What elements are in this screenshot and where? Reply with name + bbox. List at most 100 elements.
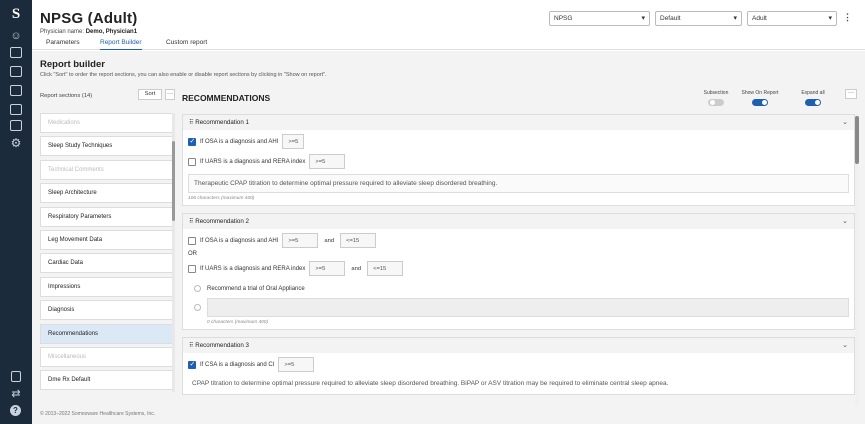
uars-condition-label: If UARS is a diagnosis and RERA index — [200, 158, 306, 165]
chevron-down-icon[interactable]: ⌄ — [842, 217, 848, 225]
section-item[interactable]: Medications — [40, 113, 173, 133]
uars-condition-label: If UARS is a diagnosis and RERA index — [200, 265, 306, 272]
rera-threshold-input[interactable]: >=5 — [309, 154, 346, 169]
subsection-toggle[interactable] — [708, 99, 724, 106]
sections-list: Medications Sleep Study Techniques Technic… — [40, 113, 173, 392]
template-select-value: Default — [660, 15, 681, 22]
sections-scrollbar[interactable] — [172, 113, 175, 392]
or-label: OR — [188, 251, 197, 257]
tab-parameters[interactable]: Parameters — [46, 39, 80, 46]
monitor-icon[interactable] — [10, 47, 22, 58]
user-icon[interactable]: ☺ — [9, 30, 23, 42]
recommendation-text[interactable]: CPAP titration to determine optimal pres… — [188, 377, 849, 390]
csa-checkbox[interactable] — [188, 360, 196, 369]
chevron-down-icon: ▾ — [641, 15, 645, 22]
show-on-report-label: Show On Report — [741, 90, 779, 96]
recommendations-scrollbar[interactable] — [855, 114, 859, 406]
chart-icon[interactable] — [10, 104, 22, 115]
gear-icon[interactable]: ⚙ — [9, 137, 23, 149]
physician-label: Physician name: — [40, 29, 85, 35]
stats-icon[interactable] — [10, 120, 22, 131]
section-item[interactable]: Miscellaneous — [40, 346, 173, 367]
uars-checkbox[interactable] — [188, 264, 196, 273]
chevron-down-icon[interactable]: ⌄ — [842, 341, 848, 349]
recommendation-text[interactable]: Therapeutic CPAP titration to determine … — [188, 174, 849, 193]
recommendation-card: ⠿ Recommendation 1 ⌄ If OSA is a diagnos… — [182, 114, 855, 206]
population-select[interactable]: Adult ▾ — [747, 11, 837, 26]
section-item[interactable]: Respiratory Parameters — [40, 206, 173, 227]
rera-min-input[interactable]: >=5 — [309, 261, 346, 276]
chevron-down-icon[interactable]: ⌄ — [842, 118, 848, 126]
ci-threshold-input[interactable]: >=5 — [278, 357, 315, 372]
show-on-report-toggle[interactable] — [752, 99, 768, 106]
tab-report-builder[interactable]: Report Builder — [100, 39, 142, 50]
population-select-value: Adult — [752, 15, 767, 22]
ahi-max-input[interactable]: <=15 — [340, 233, 377, 248]
oral-appliance-label: Recommend a trial of Oral Appliance — [207, 285, 305, 292]
recommendations-more-button[interactable]: ··· — [845, 89, 857, 99]
expand-all-toggle[interactable] — [805, 99, 821, 106]
section-item[interactable]: Dme Rx Default — [40, 370, 173, 391]
tab-custom-report[interactable]: Custom report — [166, 39, 207, 46]
help-icon[interactable]: ? — [10, 405, 21, 416]
section-item[interactable]: Recommendations — [40, 323, 173, 344]
section-item[interactable]: Sleep Architecture — [40, 183, 173, 204]
recommendations-heading: RECOMMENDATIONS — [182, 93, 271, 103]
and-label: and — [324, 237, 335, 244]
custom-text-radio[interactable] — [194, 304, 201, 311]
page-title: NPSG (Adult) — [40, 10, 138, 27]
uars-checkbox[interactable] — [188, 157, 196, 166]
section-item[interactable]: Cardiac Data — [40, 253, 173, 274]
recommendation-card: ⠿ Recommendation 3 ⌄ If CSA is a diagnos… — [182, 337, 855, 395]
character-count: 106 characters (maximum 400) — [188, 196, 255, 201]
ahi-threshold-input[interactable]: >=5 — [282, 134, 305, 149]
ahi-min-input[interactable]: >=5 — [282, 233, 319, 248]
section-item[interactable]: Diagnosis — [40, 300, 173, 321]
recommendation-card: ⠿ Recommendation 2 ⌄ If OSA is a diagnos… — [182, 213, 855, 330]
osa-checkbox[interactable] — [188, 137, 196, 146]
template-select[interactable]: Default ▾ — [655, 11, 742, 26]
expand-all-label: Expand all — [801, 90, 825, 96]
document-icon[interactable] — [11, 371, 21, 382]
sections-count: Report sections (14) — [40, 93, 93, 99]
recommendation-header[interactable]: ⠿ Recommendation 2 ⌄ — [183, 214, 854, 229]
osa-checkbox[interactable] — [188, 236, 196, 245]
physician-name: Demo, Physician1 — [85, 29, 138, 35]
section-item[interactable]: Leg Movement Data — [40, 229, 173, 250]
oral-appliance-radio[interactable] — [194, 285, 201, 292]
and-label: and — [351, 265, 362, 272]
sections-scroll-thumb[interactable] — [172, 141, 175, 221]
tab-bar: Parameters Report Builder Custom report — [32, 36, 865, 50]
app-sidebar: S ☺ ⚙ ⇄ ? — [0, 0, 32, 424]
osa-condition-label: If OSA is a diagnosis and AHI — [200, 138, 279, 145]
section-item[interactable]: Technical Comments — [40, 159, 173, 180]
rera-max-input[interactable]: <=15 — [367, 261, 404, 276]
study-select-value: NPSG — [554, 15, 573, 22]
section-item[interactable]: Sleep Study Techniques — [40, 136, 173, 157]
chevron-down-icon: ▾ — [733, 15, 737, 22]
physician-line: Physician name: Demo, Physician1 — [40, 29, 137, 35]
copyright-footer: © 2013–2022 Somnoware Healthcare Systems… — [40, 411, 156, 417]
section-item[interactable]: Impressions — [40, 276, 173, 297]
main-area: NPSG (Adult) Physician name: Demo, Physi… — [32, 0, 865, 424]
recommendations-panel: ⠿ Recommendation 1 ⌄ If OSA is a diagnos… — [182, 114, 855, 406]
app-logo: S — [11, 6, 21, 22]
transfer-icon[interactable]: ⇄ — [9, 388, 23, 400]
recommendation-header[interactable]: ⠿ Recommendation 3 ⌄ — [183, 338, 854, 353]
recommendation-title: Recommendation 3 — [195, 342, 249, 349]
study-select[interactable]: NPSG ▾ — [549, 11, 650, 26]
recommendation-header[interactable]: ⠿ Recommendation 1 ⌄ — [183, 115, 854, 130]
calendar-icon[interactable] — [10, 66, 22, 77]
recommendation-text[interactable] — [207, 298, 849, 317]
csa-condition-label: If CSA is a diagnosis and CI — [200, 361, 275, 368]
more-options-icon[interactable]: ⋮ — [843, 12, 852, 23]
osa-condition-label: If OSA is a diagnosis and AHI — [200, 237, 279, 244]
sections-more-button[interactable]: ··· — [165, 89, 175, 100]
chevron-down-icon: ▾ — [828, 15, 832, 22]
recommendations-scroll-thumb[interactable] — [855, 116, 859, 164]
report-icon[interactable] — [10, 85, 22, 96]
sort-button[interactable]: Sort — [138, 89, 162, 100]
report-builder-title: Report builder — [40, 59, 105, 70]
character-count: 0 characters (maximum 400) — [207, 320, 269, 325]
subsection-label: Subsection — [703, 90, 729, 96]
